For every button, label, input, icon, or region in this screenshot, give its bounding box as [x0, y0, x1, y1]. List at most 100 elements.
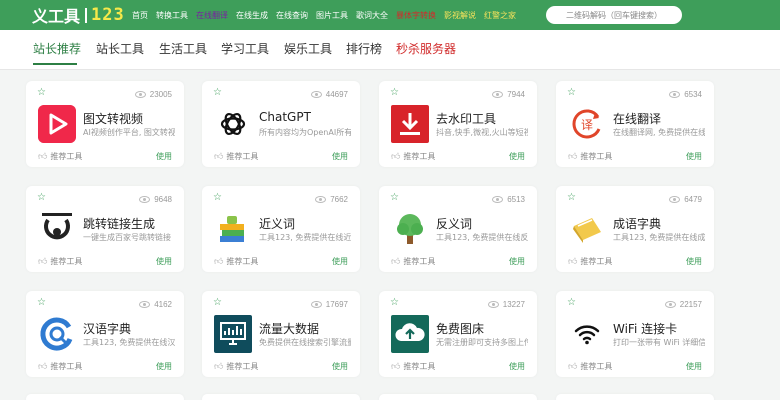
- tool-card[interactable]: ☆ 22157 WiFi 连接卡 打印一张带有 WiFi 详细信息 👍︎ 推荐工具…: [556, 291, 714, 377]
- use-button[interactable]: 使用: [156, 151, 172, 162]
- monitor-icon: [214, 315, 252, 353]
- thumb-up-icon: 👍︎: [38, 151, 48, 162]
- nav-lyrics[interactable]: 歌词大全: [356, 10, 388, 21]
- use-button[interactable]: 使用: [332, 361, 348, 372]
- nav-image-tools[interactable]: 图片工具: [316, 10, 348, 21]
- favorite-star-icon[interactable]: ☆: [37, 298, 46, 308]
- tool-card[interactable]: ☆ 7944 去水印工具 抖音,快手,微视,火山等短视频 👍︎推荐工具 使用: [379, 81, 537, 167]
- video-icon: [38, 105, 76, 143]
- tool-card[interactable]: ☆ 44697 ChatGPT 所有内容均为OpenAI所有 👍︎ 推荐工具 使用: [202, 81, 360, 167]
- tool-title: 反义词: [436, 217, 473, 231]
- tool-title: 在线翻译: [613, 112, 662, 126]
- thumb-up-icon: 👍︎: [568, 256, 578, 267]
- use-button[interactable]: 使用: [686, 361, 702, 372]
- recommend-link[interactable]: 👍︎ 推荐工具: [568, 361, 612, 372]
- thumb-up-icon: 👍︎: [391, 151, 401, 162]
- thumb-up-icon: 👍︎: [391, 256, 401, 267]
- favorite-star-icon[interactable]: ☆: [37, 88, 46, 98]
- tab-fun-tools[interactable]: 娱乐工具: [284, 40, 332, 57]
- tool-desc: 在线翻译网, 免费提供在线翻译: [613, 128, 705, 137]
- tool-desc: 所有内容均为OpenAI所有: [259, 128, 351, 137]
- tab-webmaster-tools[interactable]: 站长工具: [96, 40, 144, 57]
- recommend-link[interactable]: 👍︎ 推荐工具: [214, 361, 258, 372]
- use-button[interactable]: 使用: [509, 361, 525, 372]
- favorite-star-icon[interactable]: ☆: [567, 298, 576, 308]
- recommend-link[interactable]: 👍︎ 推荐工具: [38, 361, 82, 372]
- tool-card[interactable]: ☆ 6513 反义词 工具123, 免费提供在线反义词 👍︎推荐工具 使用: [379, 186, 537, 272]
- tool-desc: 工具123, 免费提供在线汉语字典: [83, 338, 175, 347]
- recommend-link[interactable]: 👍︎ 推荐工具: [214, 256, 258, 267]
- recommend-link[interactable]: 👍︎ 推荐工具: [391, 256, 435, 267]
- nav-home[interactable]: 首页: [132, 10, 148, 21]
- tab-study-tools[interactable]: 学习工具: [221, 40, 269, 57]
- nav-online-translate[interactable]: 在线翻译: [196, 10, 228, 21]
- use-button[interactable]: 使用: [509, 151, 525, 162]
- view-count: 13227: [487, 300, 525, 309]
- view-count: 6479: [669, 195, 702, 204]
- tool-title: 成语字典: [613, 217, 662, 231]
- eye-icon: [492, 91, 504, 98]
- favorite-star-icon[interactable]: ☆: [390, 193, 399, 203]
- cloud-upload-icon: [391, 315, 429, 353]
- thumb-up-icon: 👍︎: [38, 361, 48, 372]
- recommend-link[interactable]: 👍︎ 推荐工具: [214, 151, 258, 162]
- tool-card[interactable]: [202, 394, 360, 400]
- logo-divider: [85, 7, 88, 23]
- recommend-link[interactable]: 👍︎ 推荐工具: [38, 151, 82, 162]
- use-button[interactable]: 使用: [156, 256, 172, 267]
- favorite-star-icon[interactable]: ☆: [213, 298, 222, 308]
- favorite-star-icon[interactable]: ☆: [213, 88, 222, 98]
- use-button[interactable]: 使用: [686, 256, 702, 267]
- use-button[interactable]: 使用: [332, 256, 348, 267]
- tab-life-tools[interactable]: 生活工具: [159, 40, 207, 57]
- search-input[interactable]: 二维码解码（回车键搜索）: [546, 6, 682, 24]
- use-button[interactable]: 使用: [686, 151, 702, 162]
- eye-icon: [487, 301, 499, 308]
- recommend-link[interactable]: 👍︎ 推荐工具: [568, 151, 612, 162]
- tool-card[interactable]: ☆ 6534 译 在线翻译 在线翻译网, 免费提供在线翻译 👍︎推荐工具 使用: [556, 81, 714, 167]
- favorite-star-icon[interactable]: ☆: [390, 298, 399, 308]
- nav-online-generate[interactable]: 在线生成: [236, 10, 268, 21]
- tool-card[interactable]: ☆ 6479 成语字典 工具123, 免费提供在线成语 👍︎ 推荐工具 使用: [556, 186, 714, 272]
- active-tab-underline: [33, 63, 77, 65]
- favorite-star-icon[interactable]: ☆: [37, 193, 46, 203]
- nav-convert-tools[interactable]: 转换工具: [156, 10, 188, 21]
- tool-card[interactable]: ☆ 9648 跳转链接生成 一键生成百家号跳转链接 👍︎ 推荐工具 使用: [26, 186, 184, 272]
- tab-server-deals[interactable]: 秒杀服务器: [396, 40, 456, 57]
- site-logo[interactable]: 义工具 123: [32, 4, 125, 26]
- view-count: 9648: [139, 195, 172, 204]
- use-button[interactable]: 使用: [156, 361, 172, 372]
- thumb-up-icon: 👍︎: [214, 361, 224, 372]
- favorite-star-icon[interactable]: ☆: [213, 193, 222, 203]
- recommend-link[interactable]: 👍︎ 推荐工具: [391, 151, 435, 162]
- wifi-icon: [568, 315, 606, 353]
- eye-icon: [669, 91, 681, 98]
- tool-card[interactable]: [26, 394, 184, 400]
- view-count: 7662: [315, 195, 348, 204]
- recommend-link[interactable]: 👍︎ 推荐工具: [38, 256, 82, 267]
- tool-card[interactable]: ☆ 4162 汉语字典 工具123, 免费提供在线汉语字典 👍︎推荐工具 使用: [26, 291, 184, 377]
- nav-film-commentary[interactable]: 影视解说: [444, 10, 476, 21]
- use-button[interactable]: 使用: [509, 256, 525, 267]
- tab-rankings[interactable]: 排行榜: [346, 40, 382, 57]
- eye-icon: [139, 301, 151, 308]
- tool-card[interactable]: [556, 394, 714, 400]
- tool-card[interactable]: ☆ 23005 图文转视频 AI视频创作平台, 图文转视频 👍︎ 推荐工具 使用: [26, 81, 184, 167]
- view-count: 7944: [492, 90, 525, 99]
- svg-text:译: 译: [581, 118, 593, 132]
- use-button[interactable]: 使用: [332, 151, 348, 162]
- recommend-link[interactable]: 👍︎ 推荐工具: [391, 361, 435, 372]
- nav-red-alert[interactable]: 红警之家: [484, 10, 516, 21]
- tab-webmaster-recommend[interactable]: 站长推荐: [33, 40, 81, 57]
- favorite-star-icon[interactable]: ☆: [567, 88, 576, 98]
- nav-font-convert[interactable]: 暴体字转换: [396, 10, 436, 21]
- tool-card[interactable]: ☆ 13227 免费图床 无需注册即可支持多图上传 👍︎ 推荐工具 使用: [379, 291, 537, 377]
- nav-online-query[interactable]: 在线查询: [276, 10, 308, 21]
- recommend-link[interactable]: 👍︎ 推荐工具: [568, 256, 612, 267]
- tool-desc: AI视频创作平台, 图文转视频: [83, 128, 175, 137]
- favorite-star-icon[interactable]: ☆: [390, 88, 399, 98]
- tool-card[interactable]: ☆ 17697 流量大数据 免费提供在线搜索引擎流量数据 👍︎推荐工具 使用: [202, 291, 360, 377]
- tool-card[interactable]: [379, 394, 537, 400]
- tool-card[interactable]: ☆ 7662 近义词 工具123, 免费提供在线近义词 👍︎推荐工具 使用: [202, 186, 360, 272]
- favorite-star-icon[interactable]: ☆: [567, 193, 576, 203]
